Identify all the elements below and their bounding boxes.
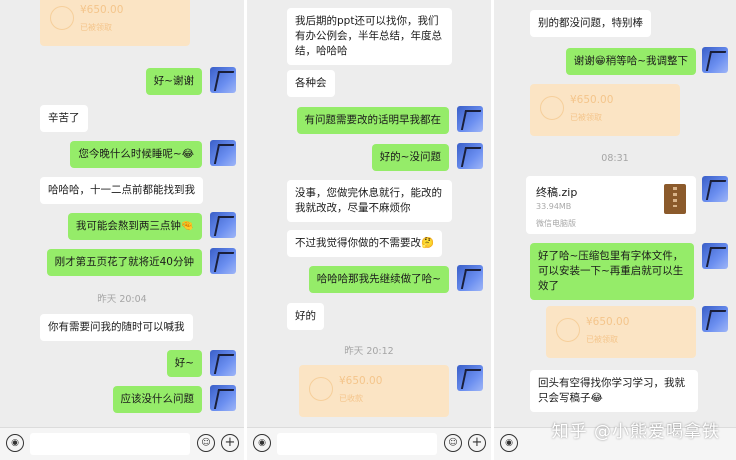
avatar[interactable] [210, 67, 236, 93]
check-circle-icon [50, 6, 74, 30]
message-sent: 好~谢谢 [145, 68, 202, 95]
message-sent: 好了哈~压缩包里有字体文件，可以安装一下~再重启就可以生效了 [530, 243, 694, 300]
input-bar: ◉ ☺ + [247, 427, 491, 460]
transfer-status: 已被领取 [586, 335, 618, 344]
transfer-card[interactable]: ¥650.00 已被领取 [40, 0, 190, 46]
transfer-amount: ¥650.00 [570, 94, 614, 106]
voice-icon[interactable]: ◉ [6, 434, 24, 452]
zip-file-icon [664, 184, 686, 214]
avatar[interactable] [457, 265, 483, 291]
timestamp: 08:31 [601, 153, 629, 164]
timestamp: 昨天 20:12 [344, 346, 394, 357]
file-name: 终稿.zip [536, 186, 578, 199]
input-bar: ◉ ☺ + [0, 427, 244, 460]
avatar[interactable] [702, 243, 728, 269]
check-circle-icon [309, 377, 333, 401]
emoji-icon[interactable]: ☺ [444, 434, 462, 452]
message-input[interactable] [30, 433, 190, 455]
transfer-card[interactable]: ¥650.00 已被领取 [530, 84, 680, 136]
transfer-status: 已被领取 [80, 23, 112, 32]
emoji-icon[interactable]: ☺ [197, 434, 215, 452]
timestamp: 昨天 20:04 [97, 294, 147, 305]
voice-icon[interactable]: ◉ [500, 434, 518, 452]
avatar[interactable] [210, 140, 236, 166]
message-sent: 有问题需要改的话明早我都在 [296, 107, 449, 134]
message-received: 哈哈哈，十一二点前都能找到我 [40, 177, 203, 204]
message-input[interactable] [277, 433, 437, 455]
file-source: 微信电脑版 [536, 219, 576, 228]
chat-panel-3: 别的都没问题，特别棒 谢谢😁稍等哈~我调整下 ¥650.00 已被领取 08:3… [494, 0, 736, 460]
avatar[interactable] [210, 385, 236, 411]
file-card[interactable]: 终稿.zip 33.94MB 微信电脑版 [526, 176, 696, 234]
message-sent: 哈哈哈那我先继续做了哈~ [308, 266, 449, 293]
avatar[interactable] [210, 212, 236, 238]
message-received: 我后期的ppt还可以找你，我们有办公例会，半年总结，年度总结，哈哈哈 [287, 8, 452, 65]
message-received: 没事，您做完休息就行，能改的我就改改，尽量不麻烦你 [287, 180, 452, 222]
message-received: 各种会 [287, 70, 335, 97]
avatar[interactable] [210, 248, 236, 274]
message-received: 别的都没问题，特别棒 [530, 10, 651, 37]
message-received: 回头有空得找你学习学习，我就只会写稿子😂 [530, 370, 698, 412]
message-received: 你有需要问我的随时可以喊我 [40, 314, 193, 341]
avatar[interactable] [457, 143, 483, 169]
message-sent: 谢谢😁稍等哈~我调整下 [565, 48, 696, 75]
avatar[interactable] [702, 306, 728, 332]
avatar[interactable] [702, 47, 728, 73]
transfer-card[interactable]: ¥650.00 已收款 [299, 365, 449, 417]
transfer-amount: ¥650.00 [80, 4, 124, 16]
transfer-card[interactable]: ¥650.00 已被领取 [546, 306, 696, 358]
avatar[interactable] [702, 176, 728, 202]
plus-icon[interactable]: + [221, 434, 239, 452]
message-sent: 您今晚什么时候睡呢~😂 [70, 141, 202, 168]
transfer-status: 已收款 [339, 394, 363, 403]
avatar[interactable] [457, 106, 483, 132]
message-sent: 应该没什么问题 [112, 386, 202, 413]
plus-icon[interactable]: + [468, 434, 486, 452]
file-size: 33.94MB [536, 202, 572, 211]
message-sent: 刚才第五页花了就将近40分钟 [46, 249, 202, 276]
message-sent: 好的~没问题 [371, 144, 449, 171]
message-sent: 好~ [166, 350, 202, 377]
transfer-amount: ¥650.00 [339, 375, 383, 387]
transfer-status: 已被领取 [570, 113, 602, 122]
avatar[interactable] [457, 365, 483, 391]
message-sent: 我可能会熬到两三点钟🤏 [67, 213, 202, 240]
voice-icon[interactable]: ◉ [253, 434, 271, 452]
message-received: 辛苦了 [40, 105, 88, 132]
avatar[interactable] [210, 350, 236, 376]
chat-panel-2: 我后期的ppt还可以找你，我们有办公例会，半年总结，年度总结，哈哈哈 各种会 有… [247, 0, 491, 460]
message-received: 不过我觉得你做的不需要改🤔 [287, 230, 443, 257]
check-circle-icon [556, 318, 580, 342]
chat-panel-1: ¥650.00 已被领取 好~谢谢 辛苦了 您今晚什么时候睡呢~😂 哈哈哈，十一… [0, 0, 244, 460]
transfer-amount: ¥650.00 [586, 316, 630, 328]
message-received: 好的 [287, 303, 324, 330]
check-circle-icon [540, 96, 564, 120]
watermark: 知乎 @小熊爱喝拿铁 [551, 422, 720, 442]
